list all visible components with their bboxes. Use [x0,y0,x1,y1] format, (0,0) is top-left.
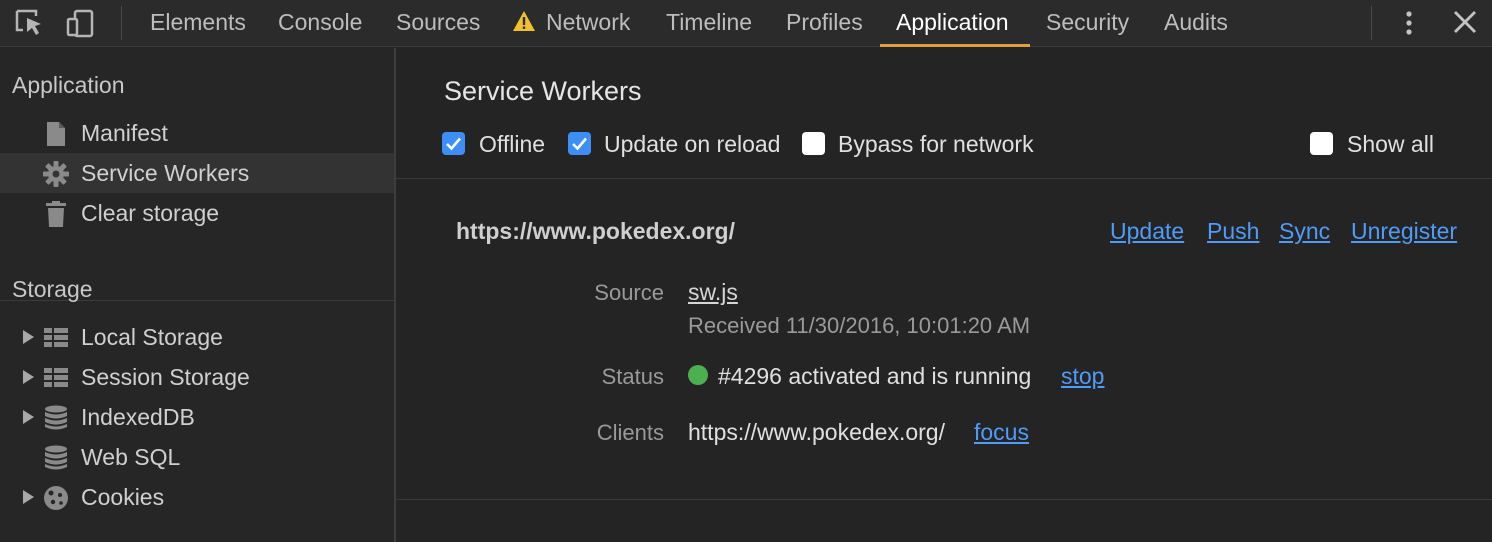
page-title: Service Workers [444,76,642,106]
update-link[interactable]: Update [1110,218,1184,245]
status-label: Status [601,364,664,389]
tab-profiles[interactable]: Profiles [786,0,863,47]
sidebar-item-indexeddb[interactable]: IndexedDB [0,397,394,437]
sidebar-item-manifest[interactable]: Manifest [0,113,394,153]
inspect-element-icon[interactable] [14,8,46,38]
sidebar-item-label: Session Storage [81,364,250,390]
offline-checkbox[interactable] [442,132,465,155]
checkmark-icon [572,137,587,151]
devtools-toolbar: Elements Console Sources Network Timelin… [0,0,1492,47]
status-text: #4296 activated and is running [718,363,1032,389]
sidebar-section-application: Application [12,72,125,98]
worker-scope-url: https://www.pokedex.org/ [456,218,735,244]
sidebar-item-service-workers[interactable]: Service Workers [0,153,394,193]
clients-label: Clients [596,420,664,445]
tab-security[interactable]: Security [1046,0,1129,47]
sidebar-item-session-storage[interactable]: Session Storage [0,357,394,397]
device-toolbar-icon[interactable] [64,8,96,38]
sidebar-item-label: Manifest [81,120,168,146]
source-file-text[interactable]: sw.js [688,279,738,305]
sidebar-item-label: Local Storage [81,324,223,350]
show-all-label[interactable]: Show all [1347,131,1434,158]
tab-timeline[interactable]: Timeline [666,0,752,47]
client-url: https://www.pokedex.org/ [688,419,945,445]
database-icon [45,445,67,470]
sidebar-section-storage: Storage [12,276,93,302]
sidebar: Application Manifest Service Workers Cle… [0,48,394,542]
sidebar-item-label: Cookies [81,484,165,510]
sidebar-item-label: Service Workers [81,160,250,186]
grid-icon [44,368,68,387]
source-label: Source [594,280,664,305]
document-icon [47,122,65,146]
tab-console[interactable]: Console [278,0,362,47]
expand-arrow-icon[interactable] [21,489,35,505]
focus-link[interactable]: focus [974,419,1029,446]
update-on-reload-label[interactable]: Update on reload [604,131,780,158]
update-on-reload-checkbox[interactable] [568,132,591,155]
stop-link[interactable]: stop [1061,363,1104,390]
sidebar-item-cookies[interactable]: Cookies [0,477,394,517]
tab-sources[interactable]: Sources [396,0,480,47]
section-divider [396,178,1492,179]
sidebar-item-label: IndexedDB [81,404,195,430]
cookie-icon [44,486,68,510]
offline-label[interactable]: Offline [479,131,545,158]
checkmark-icon [446,137,461,151]
database-icon [45,405,67,430]
more-menu-icon[interactable] [1397,8,1421,38]
sidebar-item-label: Web SQL [81,444,181,470]
trash-icon [46,201,66,227]
warning-icon [513,11,535,31]
grid-icon [44,328,68,347]
bypass-for-network-label[interactable]: Bypass for network [838,131,1034,158]
expand-arrow-icon[interactable] [21,409,35,425]
unregister-link[interactable]: Unregister [1351,218,1457,245]
sidebar-item-web-sql[interactable]: Web SQL [0,437,394,477]
service-workers-panel: Service Workers Offline Update on reload… [396,48,1492,542]
tab-audits[interactable]: Audits [1164,0,1228,47]
sidebar-item-label: Clear storage [81,200,220,226]
sidebar-item-local-storage[interactable]: Local Storage [0,317,394,357]
tab-network[interactable]: Network [546,0,630,47]
bypass-for-network-checkbox[interactable] [802,132,825,155]
active-tab-indicator [880,44,1030,47]
toolbar-separator [121,6,122,40]
close-icon[interactable] [1450,7,1480,37]
source-file-link[interactable]: sw.js [688,279,738,306]
expand-arrow-icon[interactable] [21,369,35,385]
show-all-checkbox[interactable] [1310,132,1333,155]
gear-icon [43,161,69,187]
toolbar-separator [1371,6,1372,40]
tab-elements[interactable]: Elements [150,0,246,47]
status-indicator-icon [688,365,708,385]
received-timestamp: Received 11/30/2016, 10:01:20 AM [688,313,1031,338]
expand-arrow-icon[interactable] [21,329,35,345]
tab-application[interactable]: Application [896,0,1009,47]
push-link[interactable]: Push [1207,218,1259,245]
section-divider [396,499,1492,500]
sidebar-item-clear-storage[interactable]: Clear storage [0,193,394,233]
sync-link[interactable]: Sync [1279,218,1330,245]
